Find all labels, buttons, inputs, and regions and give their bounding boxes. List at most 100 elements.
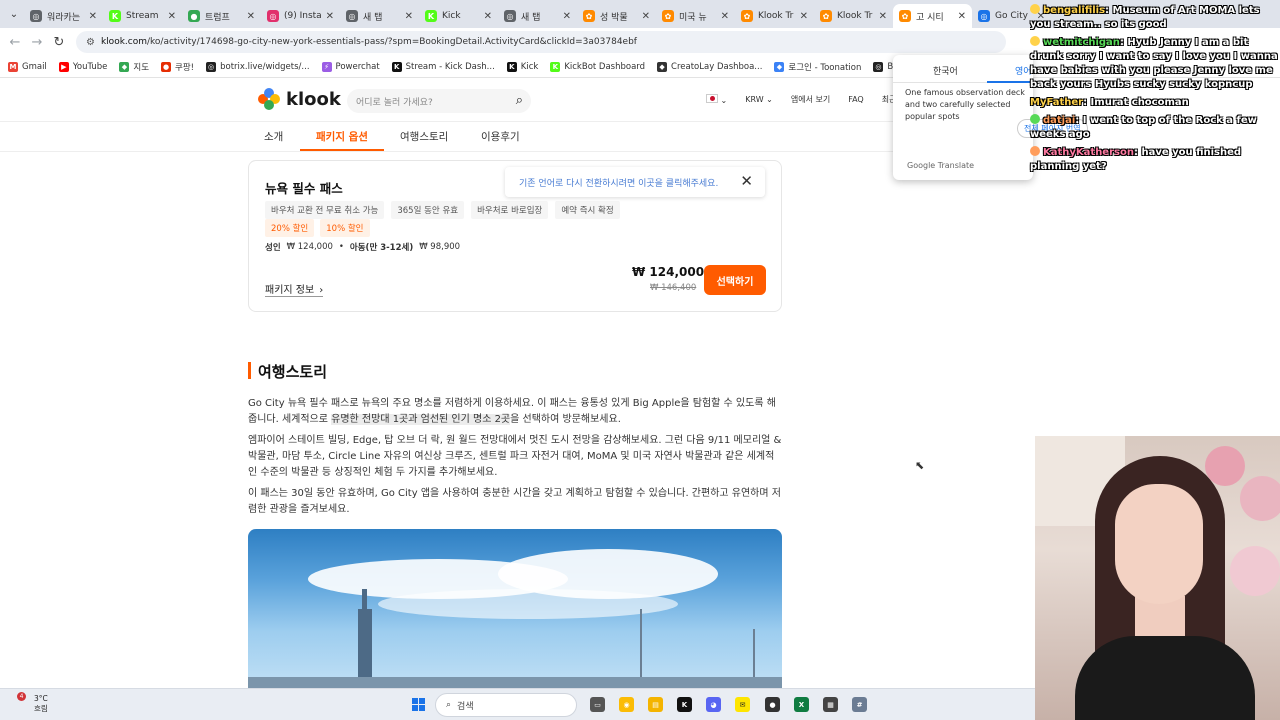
browser-tab[interactable]: ✿ 성 박물 ✕ [577, 4, 656, 28]
currency-label: KRW [745, 95, 764, 104]
package-features: 바우처 교환 전 무료 취소 가능 365일 동안 유효 바우처로 바로입장 예… [265, 201, 627, 219]
tab-favicon-icon: ✿ [662, 10, 674, 22]
bookmark-favicon-icon: ◆ [774, 61, 785, 72]
tab-close-icon[interactable]: ✕ [247, 11, 255, 22]
price-breakdown: 성인 ₩ 124,000 • 아동(만 3-12세) ₩ 98,900 [265, 242, 461, 253]
bookmark-item[interactable]: ◆ 로그인 - Toonation [774, 61, 861, 73]
tab-close-icon[interactable]: ✕ [405, 11, 413, 22]
bookmark-item[interactable]: ● 쿠팡! [161, 61, 194, 73]
tab-search-icon[interactable]: ⌄ [4, 9, 24, 20]
app-link[interactable]: 앱에서 보기 [791, 94, 830, 105]
tab-close-icon[interactable]: ✕ [563, 11, 571, 22]
browser-tab[interactable]: ✿ Klook Tr ✕ [814, 4, 893, 28]
faq-link[interactable]: FAQ [848, 95, 864, 104]
task-view-icon[interactable]: ▭ [590, 697, 605, 712]
windows-start-icon[interactable] [412, 698, 426, 712]
bookmark-item[interactable]: ◆ CreatoLay Dashboa... [657, 61, 762, 72]
tab-close-icon[interactable]: ✕ [958, 11, 966, 22]
browser-tab[interactable]: K Kick ✕ [419, 4, 498, 28]
browser-tab[interactable]: ◎ 새 탭 ✕ [340, 4, 419, 28]
back-icon[interactable]: ← [4, 35, 26, 50]
bookmark-favicon-icon: K [550, 61, 561, 72]
tab-intro[interactable]: 소개 [264, 129, 283, 144]
url-field[interactable]: ⚙ klook.com/ko/activity/174698-go-city-n… [76, 31, 1006, 53]
search-icon[interactable]: ⌕ [516, 93, 523, 108]
forward-icon[interactable]: → [26, 35, 48, 50]
tab-package-options[interactable]: 패키지 옵션 [316, 129, 368, 144]
bookmark-label: 로그인 - Toonation [788, 62, 862, 73]
bookmark-item[interactable]: ◆ 지도 [119, 61, 149, 73]
adult-price: ₩ 124,000 [286, 242, 333, 252]
language-switch-banner[interactable]: 기존 언어로 다시 전환하시려면 이곳을 클릭해주세요. ✕ [505, 167, 765, 197]
language-selector[interactable]: ⌄ [706, 94, 727, 105]
highlighted-text: 유명한 전망대 1곳과 엄선된 인기 명소 2곳 [331, 414, 511, 425]
chat-message: datjai: I went to top of the Rock a few … [1030, 114, 1280, 142]
bookmark-favicon-icon: ◆ [119, 61, 130, 72]
browser-tab[interactable]: ◎ 새 탭 ✕ [498, 4, 577, 28]
browser-tab[interactable]: K Stream ✕ [103, 4, 182, 28]
bookmark-item[interactable]: ◎ botrix.live/widgets/... [206, 61, 310, 72]
taskbar-search[interactable]: ⌕ 검색 [435, 693, 577, 717]
bookmark-item[interactable]: K KickBot Dashboard [550, 61, 645, 72]
browser-tab[interactable]: ◎ 워라카는 ✕ [24, 4, 103, 28]
tab-close-icon[interactable]: ✕ [89, 11, 97, 22]
chat-message: bengalifilis: Museum of Art MOMA lets yo… [1030, 4, 1280, 32]
site-info-icon[interactable]: ⚙ [86, 37, 95, 48]
package-info-link[interactable]: 패키지 정보 › [265, 281, 324, 297]
package-title: 뉴욕 필수 패스 [265, 181, 343, 196]
file-explorer-icon[interactable]: ▤ [648, 697, 663, 712]
bookmark-favicon-icon: ◎ [206, 61, 217, 72]
browser-tab[interactable]: ✿ 미국 뉴 ✕ [656, 4, 735, 28]
select-button[interactable]: 선택하기 [704, 265, 766, 295]
browser-tab[interactable]: ✿ Klook Tr ✕ [735, 4, 814, 28]
tab-close-icon[interactable]: ✕ [484, 11, 492, 22]
kakaotalk-icon[interactable]: ✉ [735, 697, 750, 712]
original-price: ₩ 146,400 [650, 283, 697, 293]
chrome-icon[interactable]: ◉ [619, 697, 634, 712]
klook-logo[interactable]: klook [258, 88, 341, 110]
calculator-icon[interactable]: # [852, 697, 867, 712]
bookmark-favicon-icon: ◆ [657, 61, 668, 72]
section-nav: 소개 패키지 옵션 여행스토리 이용후기 [0, 122, 1035, 152]
discord-icon[interactable]: ◕ [706, 697, 721, 712]
tab-title: 새 탭 [363, 12, 383, 23]
chat-message: wetmitchigan: Hyub Jenny I am a bit drun… [1030, 36, 1280, 92]
obs-icon[interactable]: ● [765, 697, 780, 712]
tab-close-icon[interactable]: ✕ [168, 11, 176, 22]
tab-close-icon[interactable]: ✕ [879, 11, 887, 22]
chat-username: bengalifilis [1043, 5, 1106, 16]
bookmark-favicon-icon: ⚡ [321, 61, 332, 72]
kick-app-icon[interactable]: K [677, 697, 692, 712]
tab-close-icon[interactable]: ✕ [800, 11, 808, 22]
reload-icon[interactable]: ↻ [48, 35, 70, 50]
bookmark-item[interactable]: ▶ YouTube [58, 61, 107, 72]
bookmark-item[interactable]: ⚡ Powerchat [321, 61, 380, 72]
currency-selector[interactable]: KRW ⌄ [745, 95, 773, 104]
browser-tab[interactable]: ◎ (9) Insta ✕ [261, 4, 340, 28]
notes-app-icon[interactable]: ▦ [823, 697, 838, 712]
tab-travel-story[interactable]: 여행스토리 [400, 129, 448, 144]
excel-icon[interactable]: X [794, 697, 809, 712]
tab-close-icon[interactable]: ✕ [721, 11, 729, 22]
weather-widget[interactable]: 4 3°C 흐림 [17, 692, 48, 714]
discount-badges: 20% 할인 10% 할인 [265, 219, 376, 237]
browser-tab[interactable]: ✿ 고 시티 ✕ [893, 4, 972, 28]
close-icon[interactable]: ✕ [740, 172, 753, 190]
chat-badge-icon [1030, 4, 1040, 14]
tab-close-icon[interactable]: ✕ [326, 11, 334, 22]
site-search-input[interactable]: 어디로 놀러 가세요? ⌕ [347, 89, 531, 113]
tab-close-icon[interactable]: ✕ [642, 11, 650, 22]
tab-korean[interactable]: 한국어 [933, 64, 958, 77]
feature-chip: 바우처 교환 전 무료 취소 가능 [265, 201, 385, 219]
bookmark-item[interactable]: K Stream - Kick Dash... [391, 61, 495, 72]
logo-text: klook [286, 88, 341, 110]
tab-favicon-icon: ◎ [346, 10, 358, 22]
tab-reviews[interactable]: 이용후기 [481, 129, 520, 144]
bookmark-item[interactable]: K Kick [506, 61, 538, 72]
browser-tab[interactable]: ● 트럼프 ✕ [182, 4, 261, 28]
weather-desc: 흐림 [34, 704, 48, 713]
translate-tabs: 한국어 영어 [893, 55, 1033, 83]
korea-flag-icon [706, 94, 718, 103]
chat-username: KathyKatherson [1043, 147, 1134, 158]
bookmark-item[interactable]: M Gmail [8, 61, 47, 72]
